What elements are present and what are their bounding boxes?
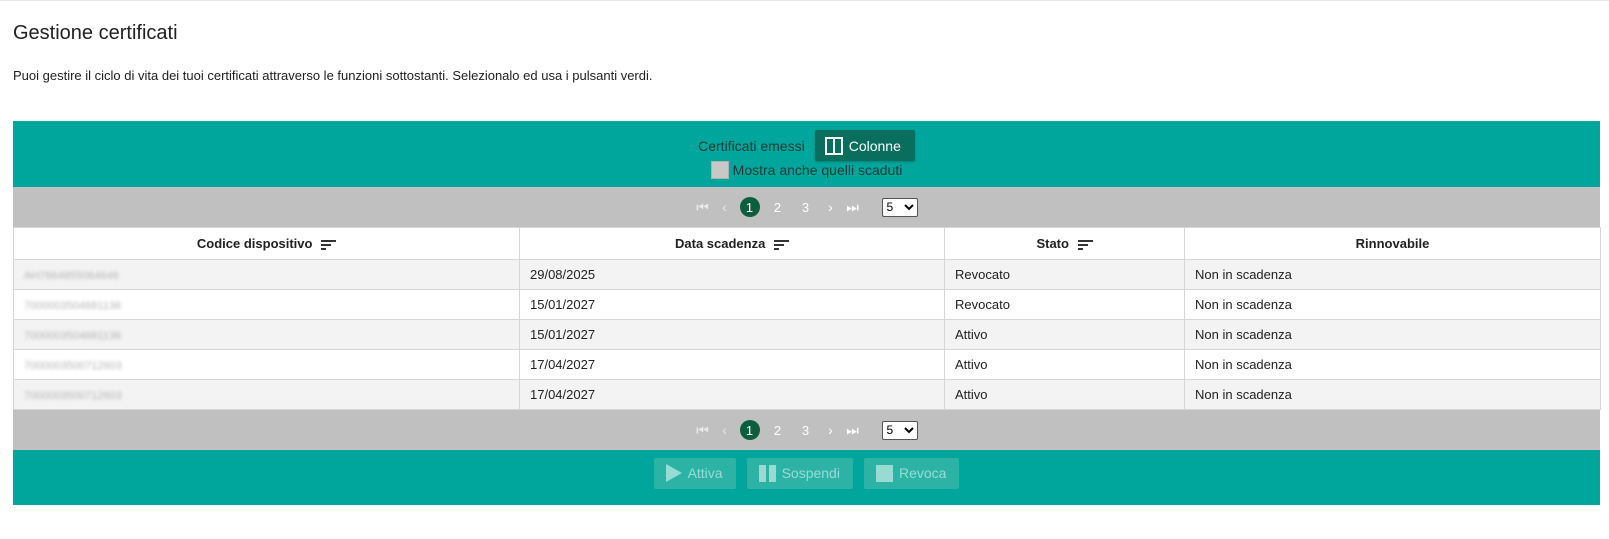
certificates-panel: Certificati emessi Colonne Mostra anche …	[13, 121, 1601, 505]
device-code-cell: 7000003504681136	[24, 330, 122, 342]
page-size-select[interactable]: 5 10 20	[881, 197, 918, 217]
next-page-icon[interactable]: ›	[824, 199, 838, 215]
page-number[interactable]: 1	[739, 420, 760, 440]
table-row[interactable]: AH7664855064646 29/08/2025 Revocato Non …	[13, 259, 1601, 290]
page-description: Puoi gestire il ciclo di vita dei tuoi c…	[13, 68, 653, 83]
table-row[interactable]: 7000003500712603 17/04/2027 Attivo Non i…	[13, 379, 1601, 410]
page-number[interactable]: 3	[796, 420, 816, 440]
activate-button[interactable]: Attiva	[653, 457, 736, 489]
revoke-button-label: Revoca	[898, 465, 947, 481]
table-header-row: Codice dispositivo Data scadenza Stato R…	[13, 227, 1601, 260]
revoke-button[interactable]: Revoca	[863, 457, 960, 489]
columns-button-label: Colonne	[848, 137, 901, 154]
renewable-cell: Non in scadenza	[1184, 349, 1601, 380]
page-number[interactable]: 1	[739, 197, 760, 217]
device-code-cell: 7000003500712603	[24, 360, 122, 372]
last-page-icon[interactable]: ⏭	[846, 422, 860, 439]
status-cell: Attivo	[944, 349, 1185, 380]
page-number[interactable]: 2	[768, 197, 788, 217]
sort-icon[interactable]	[1077, 239, 1093, 250]
header-device-code[interactable]: Codice dispositivo	[13, 227, 520, 260]
panel-title: Certificati emessi	[698, 137, 805, 154]
status-cell: Revocato	[944, 289, 1185, 320]
expiry-cell: 15/01/2027	[519, 289, 945, 320]
header-expiry-date[interactable]: Data scadenza	[519, 227, 945, 260]
sort-icon[interactable]	[321, 239, 337, 250]
header-renewable: Rinnovabile	[1184, 227, 1601, 260]
suspend-button[interactable]: Sospendi	[746, 457, 853, 489]
expiry-cell: 17/04/2027	[519, 349, 945, 380]
show-expired-checkbox[interactable]	[710, 161, 729, 179]
last-page-icon[interactable]: ⏭	[846, 199, 860, 216]
expiry-cell: 29/08/2025	[519, 259, 945, 290]
table-row[interactable]: 7000003504681136 15/01/2027 Revocato Non…	[13, 289, 1601, 320]
stop-icon	[875, 464, 893, 482]
page-number[interactable]: 2	[768, 420, 788, 440]
page-number[interactable]: 3	[796, 197, 816, 217]
renewable-cell: Non in scadenza	[1184, 379, 1601, 410]
renewable-cell: Non in scadenza	[1184, 319, 1601, 350]
device-code-cell: AH7664855064646	[24, 270, 119, 282]
pager-bottom: ⏮ ‹ 1 2 3 › ⏭ 5 10 20	[13, 410, 1600, 450]
play-icon	[665, 464, 682, 482]
page-title: Gestione certificati	[13, 22, 178, 44]
first-page-icon[interactable]: ⏮	[696, 422, 710, 439]
activate-button-label: Attiva	[687, 465, 723, 481]
status-cell: Revocato	[944, 259, 1185, 290]
device-code-cell: 7000003504681136	[24, 300, 122, 312]
first-page-icon[interactable]: ⏮	[696, 199, 710, 216]
status-cell: Attivo	[944, 319, 1185, 350]
header-status[interactable]: Stato	[944, 227, 1185, 260]
prev-page-icon[interactable]: ‹	[718, 199, 732, 215]
pause-icon	[758, 464, 776, 482]
certificates-table: Codice dispositivo Data scadenza Stato R…	[13, 227, 1601, 410]
table-row[interactable]: 7000003500712603 17/04/2027 Attivo Non i…	[13, 349, 1601, 380]
expiry-cell: 17/04/2027	[519, 379, 945, 410]
panel-header: Certificati emessi Colonne Mostra anche …	[13, 121, 1600, 187]
expiry-cell: 15/01/2027	[519, 319, 945, 350]
columns-button[interactable]: Colonne	[814, 130, 915, 161]
top-divider	[0, 0, 1609, 1]
table-row[interactable]: 7000003504681136 15/01/2027 Attivo Non i…	[13, 319, 1601, 350]
pager-top: ⏮ ‹ 1 2 3 › ⏭ 5 10 20	[13, 187, 1600, 227]
renewable-cell: Non in scadenza	[1184, 289, 1601, 320]
suspend-button-label: Sospendi	[781, 465, 840, 481]
renewable-cell: Non in scadenza	[1184, 259, 1601, 290]
page-size-select[interactable]: 5 10 20	[881, 420, 918, 440]
prev-page-icon[interactable]: ‹	[718, 422, 732, 438]
device-code-cell: 7000003500712603	[24, 390, 122, 402]
action-bar: Attiva Sospendi Revoca	[13, 450, 1600, 496]
sort-icon[interactable]	[773, 239, 789, 250]
show-expired-label[interactable]: Mostra anche quelli scaduti	[733, 162, 903, 178]
status-cell: Attivo	[944, 379, 1185, 410]
next-page-icon[interactable]: ›	[824, 422, 838, 438]
columns-icon	[824, 136, 843, 155]
